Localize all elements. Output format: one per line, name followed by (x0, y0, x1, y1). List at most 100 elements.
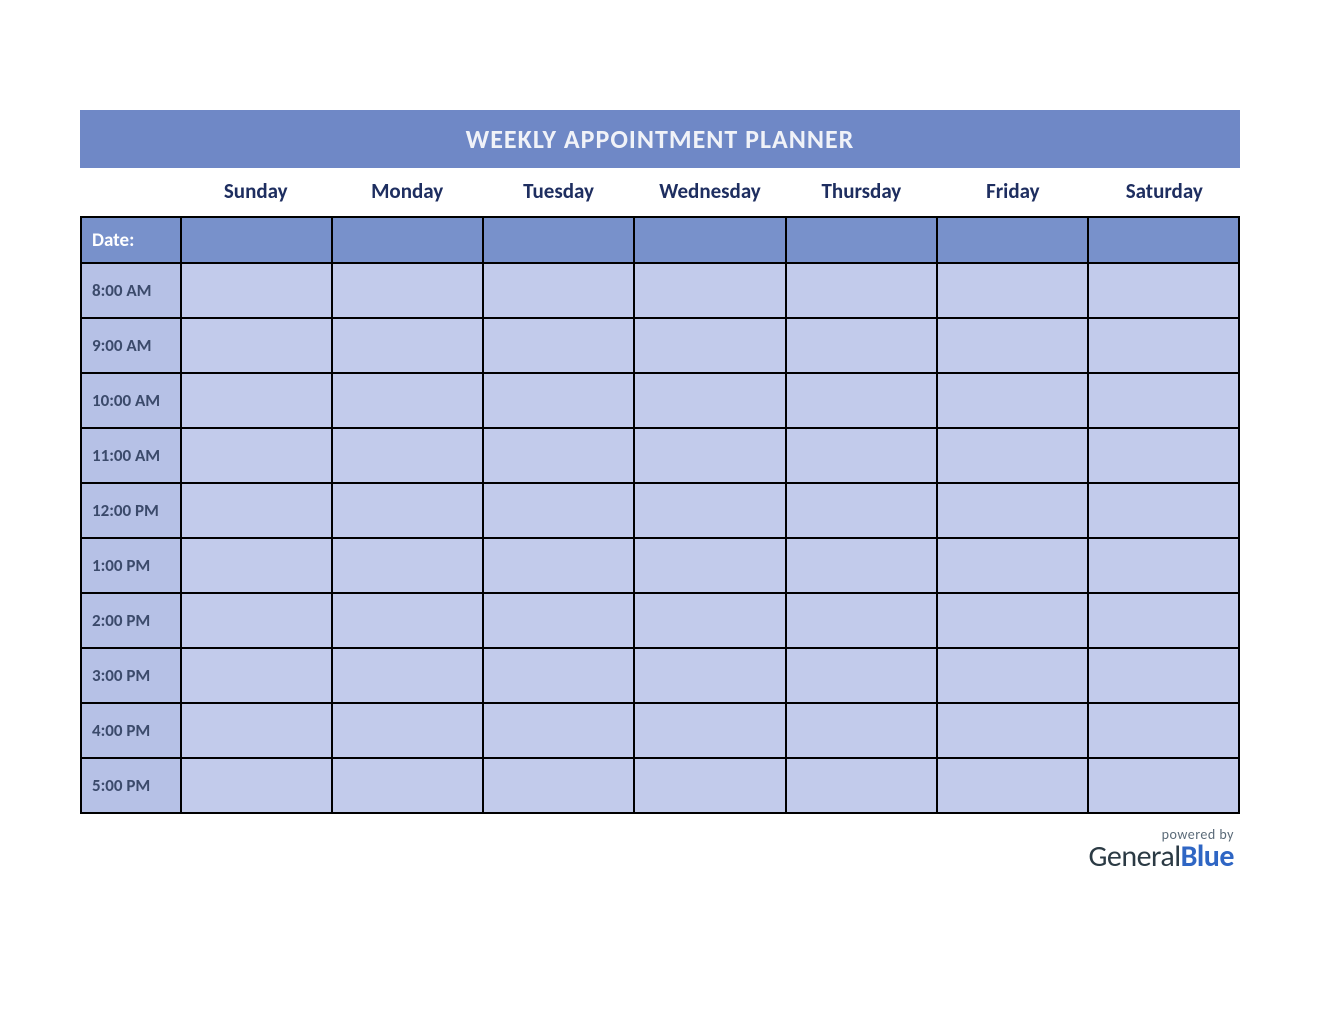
appointment-cell[interactable] (181, 593, 332, 648)
day-header: Thursday (786, 168, 937, 216)
time-row: 2:00 PM (81, 593, 1239, 648)
date-cell[interactable] (937, 217, 1088, 263)
appointment-cell[interactable] (181, 428, 332, 483)
appointment-cell[interactable] (332, 538, 483, 593)
appointment-cell[interactable] (483, 318, 634, 373)
appointment-cell[interactable] (483, 483, 634, 538)
footer: powered by GeneralBlue (80, 826, 1240, 873)
appointment-cell[interactable] (937, 263, 1088, 318)
appointment-cell[interactable] (332, 483, 483, 538)
appointment-cell[interactable] (483, 593, 634, 648)
appointment-cell[interactable] (332, 263, 483, 318)
appointment-cell[interactable] (634, 538, 785, 593)
appointment-cell[interactable] (483, 538, 634, 593)
appointment-cell[interactable] (1088, 648, 1239, 703)
time-row: 9:00 AM (81, 318, 1239, 373)
page-title: WEEKLY APPOINTMENT PLANNER (466, 123, 855, 155)
appointment-cell[interactable] (483, 263, 634, 318)
date-cell[interactable] (634, 217, 785, 263)
appointment-cell[interactable] (483, 648, 634, 703)
appointment-cell[interactable] (181, 703, 332, 758)
appointment-cell[interactable] (634, 483, 785, 538)
appointment-cell[interactable] (181, 758, 332, 813)
brand-general: General (1088, 838, 1180, 875)
date-cell[interactable] (181, 217, 332, 263)
appointment-cell[interactable] (181, 538, 332, 593)
appointment-cell[interactable] (937, 758, 1088, 813)
brand-blue: Blue (1181, 838, 1234, 875)
appointment-cell[interactable] (332, 593, 483, 648)
appointment-cell[interactable] (1088, 428, 1239, 483)
appointment-cell[interactable] (937, 428, 1088, 483)
appointment-cell[interactable] (483, 373, 634, 428)
appointment-cell[interactable] (181, 318, 332, 373)
appointment-cell[interactable] (937, 648, 1088, 703)
appointment-cell[interactable] (786, 318, 937, 373)
planner-table: Date: 8:00 AM 9:00 AM 10:00 AM (80, 216, 1240, 814)
appointment-cell[interactable] (634, 758, 785, 813)
appointment-cell[interactable] (1088, 703, 1239, 758)
appointment-cell[interactable] (1088, 758, 1239, 813)
day-header: Tuesday (483, 168, 634, 216)
appointment-cell[interactable] (634, 428, 785, 483)
time-label: 12:00 PM (81, 483, 181, 538)
appointment-cell[interactable] (634, 593, 785, 648)
time-label: 1:00 PM (81, 538, 181, 593)
appointment-cell[interactable] (181, 483, 332, 538)
time-row: 11:00 AM (81, 428, 1239, 483)
appointment-cell[interactable] (634, 318, 785, 373)
appointment-cell[interactable] (786, 703, 937, 758)
appointment-cell[interactable] (937, 373, 1088, 428)
appointment-cell[interactable] (332, 648, 483, 703)
date-cell[interactable] (786, 217, 937, 263)
appointment-cell[interactable] (634, 373, 785, 428)
date-label: Date: (81, 217, 181, 263)
time-row: 4:00 PM (81, 703, 1239, 758)
appointment-cell[interactable] (332, 318, 483, 373)
time-label: 8:00 AM (81, 263, 181, 318)
appointment-cell[interactable] (332, 373, 483, 428)
appointment-cell[interactable] (786, 263, 937, 318)
time-label: 9:00 AM (81, 318, 181, 373)
appointment-cell[interactable] (634, 703, 785, 758)
date-cell[interactable] (1088, 217, 1239, 263)
appointment-cell[interactable] (937, 483, 1088, 538)
appointment-cell[interactable] (483, 428, 634, 483)
appointment-cell[interactable] (634, 648, 785, 703)
appointment-cell[interactable] (181, 263, 332, 318)
appointment-cell[interactable] (786, 428, 937, 483)
appointment-cell[interactable] (786, 373, 937, 428)
appointment-cell[interactable] (1088, 373, 1239, 428)
appointment-cell[interactable] (483, 703, 634, 758)
time-row: 5:00 PM (81, 758, 1239, 813)
day-header: Sunday (180, 168, 331, 216)
appointment-cell[interactable] (1088, 263, 1239, 318)
appointment-cell[interactable] (937, 538, 1088, 593)
appointment-cell[interactable] (937, 593, 1088, 648)
appointment-cell[interactable] (634, 263, 785, 318)
header-spacer (80, 168, 180, 216)
appointment-cell[interactable] (786, 483, 937, 538)
appointment-cell[interactable] (332, 703, 483, 758)
appointment-cell[interactable] (786, 758, 937, 813)
appointment-cell[interactable] (786, 538, 937, 593)
appointment-cell[interactable] (1088, 538, 1239, 593)
appointment-cell[interactable] (786, 648, 937, 703)
time-row: 3:00 PM (81, 648, 1239, 703)
appointment-cell[interactable] (1088, 483, 1239, 538)
appointment-cell[interactable] (1088, 593, 1239, 648)
appointment-cell[interactable] (1088, 318, 1239, 373)
time-row: 12:00 PM (81, 483, 1239, 538)
date-cell[interactable] (483, 217, 634, 263)
appointment-cell[interactable] (332, 758, 483, 813)
appointment-cell[interactable] (483, 758, 634, 813)
time-label: 3:00 PM (81, 648, 181, 703)
date-cell[interactable] (332, 217, 483, 263)
appointment-cell[interactable] (181, 373, 332, 428)
appointment-cell[interactable] (937, 703, 1088, 758)
appointment-cell[interactable] (332, 428, 483, 483)
appointment-cell[interactable] (937, 318, 1088, 373)
appointment-cell[interactable] (181, 648, 332, 703)
time-row: 8:00 AM (81, 263, 1239, 318)
appointment-cell[interactable] (786, 593, 937, 648)
